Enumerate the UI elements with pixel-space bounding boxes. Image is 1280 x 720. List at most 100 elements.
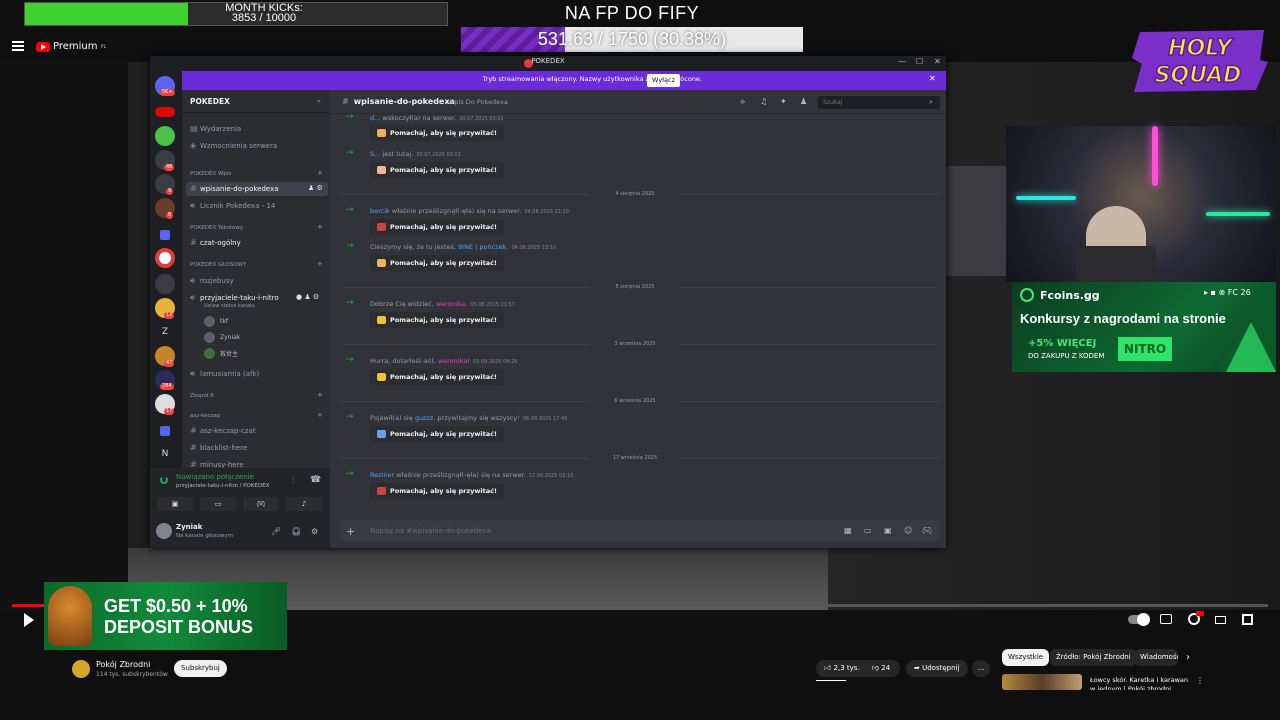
thumbs-up-icon[interactable]: 👍︎: [824, 664, 834, 672]
members-icon[interactable]: ♟: [800, 97, 807, 106]
channel-avatar[interactable]: [72, 660, 90, 678]
channel-minusy[interactable]: # minusy-here: [190, 460, 244, 468]
threads-icon[interactable]: ⟡: [740, 97, 745, 107]
wave-button[interactable]: Pomachaj, aby się przywitać!: [370, 426, 504, 442]
search-icon[interactable]: ⌕: [929, 98, 933, 107]
wave-button[interactable]: Pomachaj, aby się przywitać!: [370, 369, 504, 385]
add-attachment-icon[interactable]: +: [346, 525, 355, 538]
gift-icon[interactable]: ▦: [844, 526, 852, 535]
wave-button[interactable]: Pomachaj, aby się przywitać!: [370, 125, 504, 141]
thumbs-down-icon[interactable]: 👎︎: [872, 664, 881, 672]
settings-gear-icon[interactable]: ⚙: [311, 527, 318, 536]
signal-icon[interactable]: [160, 476, 168, 484]
close-icon[interactable]: ✕: [929, 74, 936, 83]
subscribe-button[interactable]: Subskrybuj: [174, 660, 227, 677]
maximize-icon[interactable]: ☐: [916, 57, 923, 66]
subtitles-icon[interactable]: [1160, 614, 1172, 624]
voice-connected-status[interactable]: Nawiązano połączenie: [176, 473, 254, 481]
channel-wpisanie[interactable]: # wpisanie-do-pokedexa ♟ ⚙: [190, 184, 323, 193]
microphone-icon[interactable]: 🎤︎: [271, 527, 281, 536]
voice-connected-channel[interactable]: przyjaciele-taku-i-nitro / POKEDEX: [176, 483, 269, 489]
miniplayer-icon[interactable]: [1215, 616, 1226, 624]
message-user[interactable]: weronika.: [436, 300, 467, 308]
youtube-logo[interactable]: Premium PL: [36, 41, 106, 52]
settings-gear-icon[interactable]: ♟ ⚙: [308, 184, 323, 192]
channel-blacklist[interactable]: # blacklist-here: [190, 443, 247, 452]
recommendation-thumbnail[interactable]: [1002, 674, 1082, 690]
channel-licznik[interactable]: 🔊︎ Licznik Pokedexa - 14: [190, 201, 275, 211]
server-f1[interactable]: [155, 107, 175, 117]
server-item[interactable]: [155, 274, 175, 294]
voice-user[interactable]: Zyniak: [204, 332, 240, 343]
server-green[interactable]: [155, 126, 175, 146]
gif-icon[interactable]: ▭: [864, 526, 872, 535]
sticker-icon[interactable]: ▣: [884, 526, 892, 535]
wave-button[interactable]: Pomachaj, aby się przywitać!: [370, 162, 504, 178]
add-channel-icon[interactable]: +: [317, 223, 323, 231]
wave-button[interactable]: Pomachaj, aby się przywitać!: [370, 312, 504, 328]
chat-topic[interactable]: Wpis Do Pokedexa: [448, 98, 508, 106]
server-z[interactable]: Z: [155, 322, 175, 342]
recommendation-title[interactable]: Łowcy skór. Karetka i karawan w jednym |…: [1090, 676, 1190, 690]
add-channel-icon[interactable]: +: [317, 391, 323, 399]
chip-source[interactable]: Źródło: Pokój Zbrodni: [1050, 649, 1137, 666]
message-user[interactable]: Reziner: [370, 471, 394, 479]
like-dislike-pill[interactable]: 👍︎ 2,3 tys. 👎︎ 24: [816, 660, 900, 677]
message-user[interactable]: bercik: [370, 207, 390, 215]
message-input-placeholder[interactable]: Napisz na #wpisanie-do-pokedexa: [370, 527, 491, 535]
add-channel-icon[interactable]: +: [317, 260, 323, 268]
user-name[interactable]: Zyniak: [176, 523, 202, 531]
voice-user[interactable]: 救世主: [204, 348, 238, 359]
channel-przyjaciele[interactable]: 🔊︎ przyjaciele-taku-i-nitro ● ♟ ⚙: [190, 293, 319, 303]
folder-icon[interactable]: [160, 230, 170, 240]
server-name[interactable]: POKEDEX: [190, 97, 230, 106]
activity-icon[interactable]: 🎮︎: [243, 497, 279, 511]
chevron-right-icon[interactable]: ›: [1186, 652, 1190, 663]
message-user[interactable]: 9INE | pończek: [458, 243, 506, 251]
message-user[interactable]: d...: [370, 114, 380, 122]
channel-rozjebusy[interactable]: 🔊︎ rozjebusy: [190, 276, 234, 286]
channel-asz[interactable]: # asz-keczap-czat: [190, 426, 256, 435]
menu-icon[interactable]: [12, 41, 24, 51]
add-channel-icon[interactable]: +: [317, 169, 323, 177]
message-user[interactable]: weronika: [438, 357, 467, 365]
search-input[interactable]: [818, 96, 940, 109]
soundboard-icon[interactable]: ♪: [286, 497, 322, 511]
chip-news[interactable]: Wiadomości: [1134, 649, 1178, 666]
message-user[interactable]: S...: [370, 150, 380, 158]
more-actions-button[interactable]: ...: [972, 660, 990, 677]
channel-name[interactable]: Pokój Zbrodni: [96, 660, 150, 669]
fullscreen-icon[interactable]: [1242, 614, 1253, 625]
category-glosowy[interactable]: POKEDEX GŁOSOWY: [190, 262, 246, 268]
message-user[interactable]: guzzz: [415, 414, 433, 422]
minimize-icon[interactable]: —: [898, 57, 906, 66]
play-icon[interactable]: [24, 613, 34, 627]
category-tekstowy[interactable]: POKEDEX Tekstowy: [190, 225, 243, 231]
server-n[interactable]: N: [155, 444, 175, 464]
screen-share-icon[interactable]: ▭: [200, 497, 236, 511]
emoji-icon[interactable]: ☺: [904, 526, 912, 535]
wave-button[interactable]: Pomachaj, aby się przywitać!: [370, 255, 504, 271]
camera-off-icon[interactable]: ▣: [157, 497, 193, 511]
wave-button[interactable]: Pomachaj, aby się przywitać!: [370, 219, 504, 235]
settings-gear-icon[interactable]: ● ♟ ⚙: [296, 293, 319, 301]
add-channel-icon[interactable]: +: [317, 411, 323, 419]
channel-boosts[interactable]: ◈ Wzmocnienia serwera: [190, 141, 277, 150]
recommendation-menu-icon[interactable]: ⋮: [1196, 676, 1204, 685]
wave-button[interactable]: Pomachaj, aby się przywitać!: [370, 483, 504, 499]
share-button[interactable]: ➦ Udostępnij: [906, 660, 968, 677]
autoplay-toggle[interactable]: [1128, 613, 1150, 626]
disconnect-icon[interactable]: ☎: [310, 475, 321, 485]
folder-icon[interactable]: [160, 426, 170, 436]
noise-suppression-icon[interactable]: ⫶: [292, 476, 294, 486]
chip-all[interactable]: Wszystkie: [1002, 649, 1050, 666]
pin-icon[interactable]: ✦: [780, 97, 787, 106]
streamer-mode-disable-button[interactable]: Wyłącz: [647, 74, 680, 87]
close-icon[interactable]: ✕: [934, 57, 941, 66]
video-progress-fill[interactable]: [12, 604, 42, 607]
activity-icon[interactable]: 🎮︎: [922, 526, 932, 535]
channel-status[interactable]: Ustaw status kanału: [204, 303, 255, 309]
server-pokedex[interactable]: [155, 248, 175, 268]
channel-czat[interactable]: # czat-ogólny: [190, 238, 241, 247]
channel-events[interactable]: ▤ Wydarzenia: [190, 124, 241, 133]
